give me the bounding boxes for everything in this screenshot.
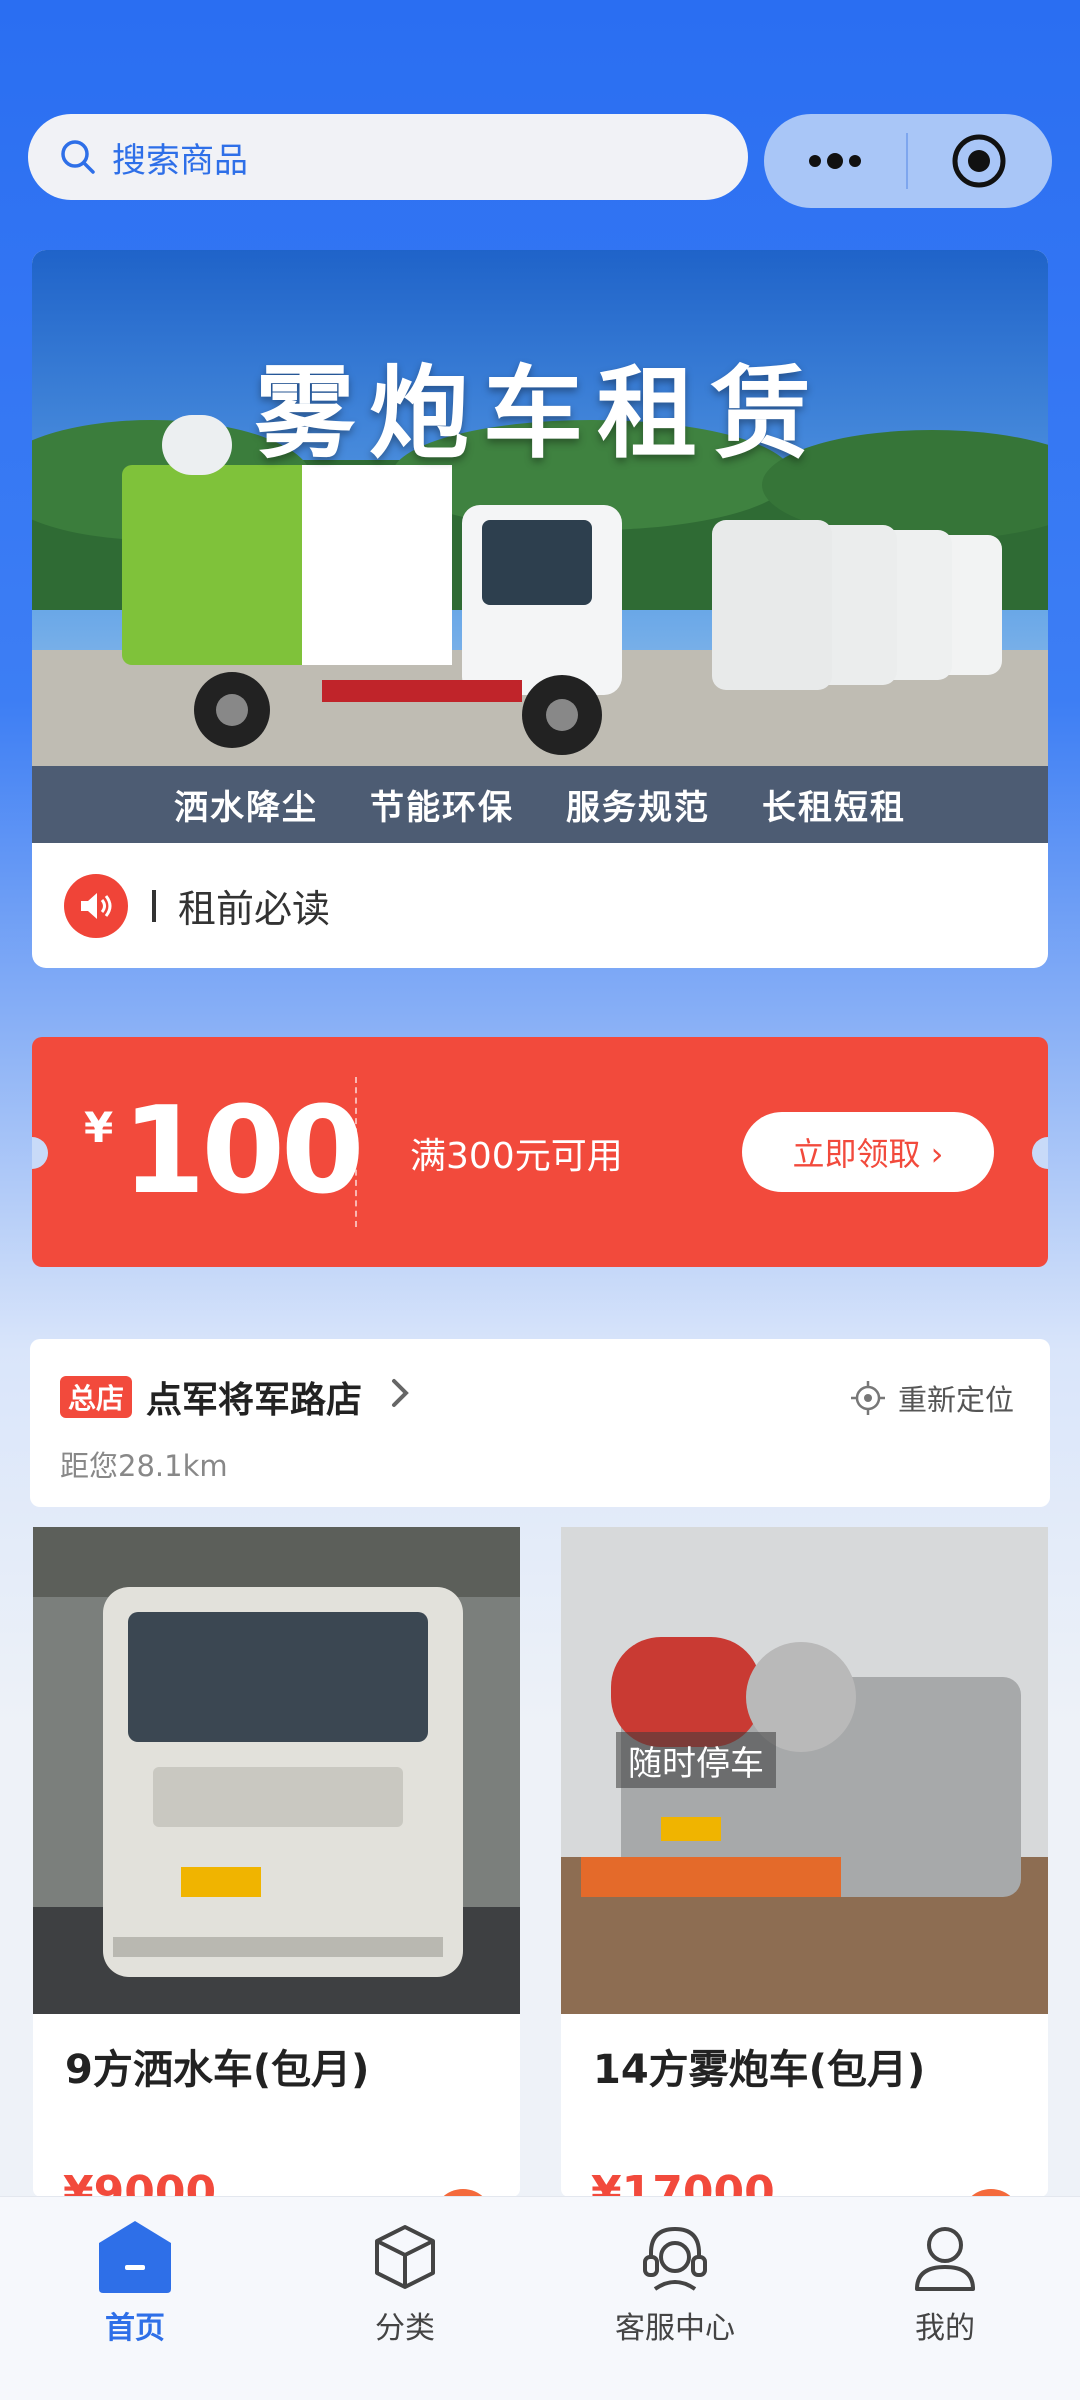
relocate-label: 重新定位 <box>898 1383 1015 1417</box>
coupon-divider <box>355 1077 357 1227</box>
home-icon <box>99 2221 171 2293</box>
notice-divider <box>152 889 156 922</box>
tab-label: 首页 <box>105 2311 165 2346</box>
banner-feature: 服务规范 <box>566 788 710 828</box>
close-miniapp-button[interactable] <box>908 114 1050 208</box>
tab-profile[interactable]: 我的 <box>810 2197 1080 2400</box>
banner-feature: 洒水降尘 <box>174 788 318 828</box>
coupon-card: ¥ 100 满300元可用 立即领取 › <box>32 1037 1048 1267</box>
search-bar[interactable]: 搜索商品 <box>28 114 748 200</box>
banner-feature-strip: 洒水降尘 节能环保 服务规范 长租短租 <box>32 766 1048 843</box>
coupon-currency: ¥ <box>84 1103 114 1152</box>
photo-sign-text: 随时停车 <box>616 1732 776 1788</box>
tab-category[interactable]: 分类 <box>270 2197 540 2400</box>
product-card[interactable]: 9方洒水车(包月) ¥9000 <box>33 1527 520 2197</box>
store-name[interactable]: 点军将军路店 <box>146 1371 362 1423</box>
locate-icon <box>851 1381 885 1415</box>
headset-icon <box>643 2226 707 2291</box>
product-price: ¥9000 <box>63 2167 217 2197</box>
tab-label: 分类 <box>375 2311 435 2346</box>
coupon-notch <box>1032 1137 1048 1169</box>
coupon-condition: 满300元可用 <box>410 1136 623 1177</box>
product-image <box>33 1527 520 2014</box>
target-icon <box>952 134 1006 188</box>
coupon-notch <box>32 1137 48 1169</box>
miniapp-capsule <box>764 114 1052 208</box>
tab-home[interactable]: 首页 <box>0 2197 270 2400</box>
chevron-right-icon[interactable] <box>386 1373 416 1413</box>
cube-icon <box>375 2225 435 2289</box>
tab-label: 我的 <box>915 2311 975 2346</box>
product-title: 14方雾炮车(包月) <box>593 2047 926 2093</box>
notice-text: 租前必读 <box>178 887 331 931</box>
store-distance: 距您28.1km <box>60 1449 228 1483</box>
notice-bar[interactable]: 租前必读 <box>32 843 1048 968</box>
banner-feature: 节能环保 <box>370 788 514 828</box>
banner-feature: 长租短租 <box>762 788 906 828</box>
product-price: ¥17000 <box>591 2167 775 2197</box>
banner-card[interactable]: 雾炮车租赁 洒水降尘 节能环保 服务规范 长租短租 租前必读 <box>32 250 1048 968</box>
search-placeholder: 搜索商品 <box>112 140 248 181</box>
store-tag: 总店 <box>60 1376 133 1418</box>
user-icon <box>915 2227 975 2291</box>
tab-customer-service[interactable]: 客服中心 <box>540 2197 810 2400</box>
banner-title: 雾炮车租赁 <box>255 355 825 472</box>
tab-label: 客服中心 <box>615 2311 735 2346</box>
more-dots-icon <box>809 153 861 169</box>
store-card: 总店 点军将军路店 距您28.1km 重新定位 <box>30 1339 1050 1507</box>
more-button[interactable] <box>764 114 906 208</box>
product-card[interactable]: 14方雾炮车(包月) ¥17000 <box>561 1527 1048 2197</box>
coupon-amount: 100 <box>122 1082 364 1221</box>
bottom-tab-bar: 首页 分类 客服中心 我的 <box>0 2196 1080 2400</box>
speaker-icon <box>64 873 128 938</box>
search-icon <box>61 140 95 174</box>
claim-coupon-button[interactable]: 立即领取 › <box>742 1112 994 1192</box>
relocate-button[interactable]: 重新定位 <box>850 1377 1014 1419</box>
product-title: 9方洒水车(包月) <box>65 2047 370 2093</box>
